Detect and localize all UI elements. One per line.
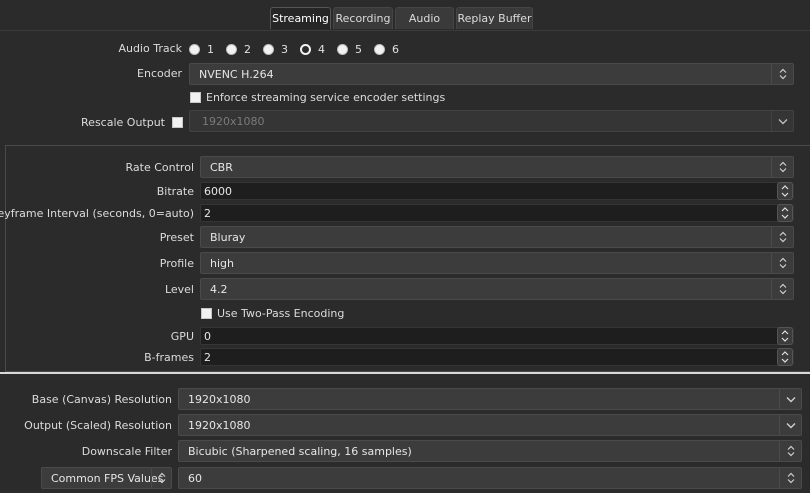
audio-track-option-4[interactable]: 4 <box>300 43 325 56</box>
radio-label: 2 <box>244 42 251 56</box>
fps-type-select[interactable]: Common FPS Values <box>41 467 172 489</box>
downscale-filter-value: Bicubic (Sharpened scaling, 16 samples) <box>188 444 412 458</box>
gpu-label: GPU <box>170 330 194 343</box>
encoder-select[interactable]: NVENC H.264 <box>189 63 794 85</box>
chevron-down-icon <box>771 111 793 131</box>
preset-select[interactable]: Bluray <box>200 226 794 248</box>
keyframe-interval-value: 2 <box>204 206 211 220</box>
audio-track-label: Audio Track <box>118 42 182 55</box>
bitrate-spinbox[interactable]: 6000 <box>200 182 794 200</box>
output-resolution-label: Output (Scaled) Resolution <box>24 419 172 432</box>
radio-button[interactable] <box>374 43 385 55</box>
bitrate-value: 6000 <box>204 184 232 198</box>
keyframe-interval-label: Keyframe Interval (seconds, 0=auto) <box>0 207 194 220</box>
profile-label: Profile <box>159 257 194 270</box>
section-divider <box>0 372 810 374</box>
bitrate-label: Bitrate <box>156 185 194 198</box>
spin-arrows-icon[interactable] <box>777 348 793 366</box>
enforce-checkbox[interactable] <box>190 92 201 103</box>
rate-control-value: CBR <box>210 160 233 174</box>
tab-recording[interactable]: Recording <box>333 7 393 29</box>
profile-select[interactable]: high <box>200 252 794 274</box>
up-down-chevron-icon <box>771 157 793 177</box>
downscale-filter-select[interactable]: Bicubic (Sharpened scaling, 16 samples) <box>178 440 802 462</box>
rescale-output-label: Rescale Output <box>81 116 165 129</box>
rescale-resolution-value: 1920x1080 <box>202 114 265 128</box>
radio-button-selected[interactable] <box>300 43 311 55</box>
up-down-chevron-icon <box>779 441 801 461</box>
tab-bar: Streaming Recording Audio Replay Buffer <box>0 0 810 31</box>
level-label: Level <box>164 283 194 296</box>
fps-value-select[interactable]: 60 <box>178 467 802 489</box>
encoder-value: NVENC H.264 <box>199 67 274 81</box>
tab-streaming[interactable]: Streaming <box>270 7 331 29</box>
level-select[interactable]: 4.2 <box>200 278 794 300</box>
chevron-down-icon <box>779 389 801 409</box>
up-down-chevron-icon <box>771 279 793 299</box>
two-pass-checkbox[interactable] <box>201 308 212 319</box>
radio-button[interactable] <box>189 43 200 55</box>
radio-label: 4 <box>318 42 325 56</box>
up-down-chevron-icon <box>771 64 793 84</box>
level-value: 4.2 <box>210 282 228 296</box>
spin-arrows-icon[interactable] <box>777 204 793 222</box>
radio-label: 3 <box>281 42 288 56</box>
audio-track-option-5[interactable]: 5 <box>337 43 362 56</box>
radio-button[interactable] <box>226 43 237 55</box>
tab-replay-buffer[interactable]: Replay Buffer <box>456 7 533 29</box>
up-down-chevron-icon <box>771 227 793 247</box>
gpu-value: 0 <box>204 329 211 343</box>
spin-arrows-icon[interactable] <box>777 327 793 345</box>
tab-audio[interactable]: Audio <box>395 7 454 29</box>
radio-label: 1 <box>207 42 214 56</box>
fps-type-value: Common FPS Values <box>51 471 164 485</box>
radio-button[interactable] <box>263 43 274 55</box>
audio-track-option-3[interactable]: 3 <box>263 43 288 56</box>
up-down-chevron-icon <box>771 253 793 273</box>
bframes-label: B-frames <box>144 351 194 364</box>
base-resolution-label: Base (Canvas) Resolution <box>31 393 172 406</box>
audio-track-option-6[interactable]: 6 <box>374 43 399 56</box>
base-resolution-select[interactable]: 1920x1080 <box>178 388 802 410</box>
fps-value: 60 <box>188 471 202 485</box>
radio-label: 6 <box>392 42 399 56</box>
gpu-spinbox[interactable]: 0 <box>200 327 794 345</box>
audio-track-option-2[interactable]: 2 <box>226 43 251 56</box>
output-resolution-select[interactable]: 1920x1080 <box>178 414 802 436</box>
spin-arrows-icon[interactable] <box>777 182 793 200</box>
rescale-output-checkbox[interactable] <box>172 117 183 128</box>
preset-label: Preset <box>159 231 194 244</box>
keyframe-interval-spinbox[interactable]: 2 <box>200 204 794 222</box>
preset-value: Bluray <box>210 230 246 244</box>
profile-value: high <box>210 256 234 270</box>
output-resolution-value: 1920x1080 <box>188 418 251 432</box>
rate-control-select[interactable]: CBR <box>200 156 794 178</box>
up-down-chevron-icon <box>779 468 801 488</box>
base-resolution-value: 1920x1080 <box>188 392 251 406</box>
audio-track-option-1[interactable]: 1 <box>189 43 214 56</box>
up-down-chevron-icon <box>151 468 171 488</box>
output-settings-window: Streaming Recording Audio Replay Buffer … <box>0 0 810 493</box>
chevron-down-icon <box>779 415 801 435</box>
encoder-label: Encoder <box>137 67 182 80</box>
radio-label: 5 <box>355 42 362 56</box>
rescale-resolution-select[interactable]: 1920x1080 <box>189 110 794 132</box>
enforce-label: Enforce streaming service encoder settin… <box>206 91 446 104</box>
audio-track-radio-group: 1 2 3 4 5 6 <box>189 42 411 56</box>
rate-control-label: Rate Control <box>125 161 194 174</box>
radio-button[interactable] <box>337 43 348 55</box>
bframes-spinbox[interactable]: 2 <box>200 348 794 366</box>
two-pass-label: Use Two-Pass Encoding <box>217 307 345 320</box>
bframes-value: 2 <box>204 350 211 364</box>
downscale-filter-label: Downscale Filter <box>81 445 172 458</box>
